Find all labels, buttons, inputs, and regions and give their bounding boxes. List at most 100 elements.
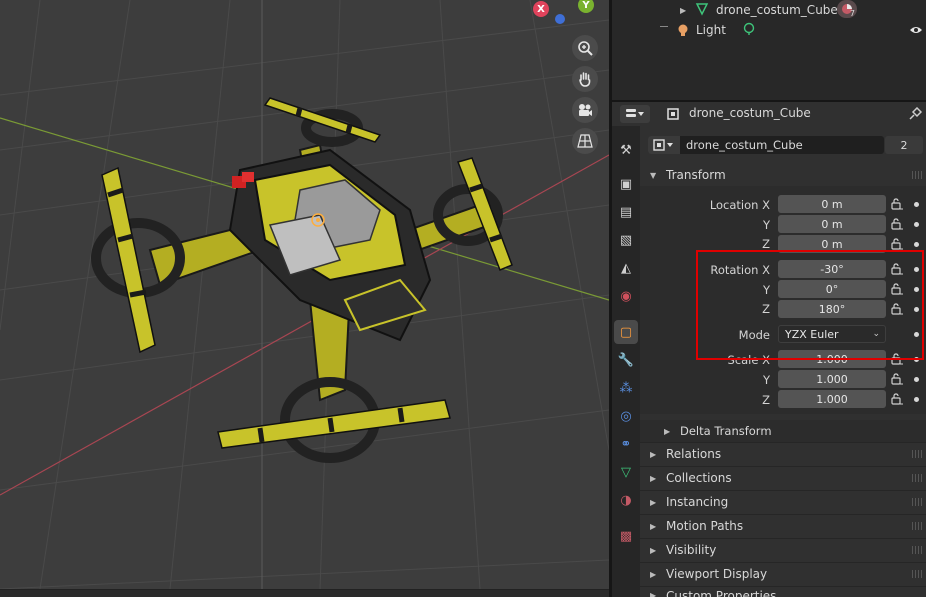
panel-relations[interactable]: ▶ Relations	[640, 443, 926, 465]
keyframe-dot[interactable]	[914, 222, 919, 227]
tab-texture[interactable]: ▩	[614, 524, 638, 548]
modifier-icon: 🔧	[617, 352, 635, 368]
panel-transform-header[interactable]: ▼ Transform	[640, 164, 926, 186]
zoom-icon	[578, 41, 593, 56]
eye-icon[interactable]	[909, 24, 923, 36]
panel-title: Viewport Display	[666, 567, 768, 581]
panel-instancing[interactable]: ▶ Instancing	[640, 491, 926, 513]
properties-header: drone_costum_Cube	[612, 102, 926, 126]
world-icon: ◉	[620, 288, 632, 304]
expand-arrow-icon: ▶	[650, 474, 657, 483]
object-name-field[interactable]: drone_costum_Cube	[648, 136, 884, 154]
tool-icon: ⚒	[620, 142, 632, 158]
view-layer-icon: ▧	[619, 232, 633, 248]
material-count-badge[interactable]: 7	[837, 0, 857, 18]
scale-y-field[interactable]: 1.000	[778, 370, 886, 388]
scale-z-label: Z	[762, 393, 770, 407]
drag-handle-icon[interactable]	[912, 450, 922, 458]
scene-icon: ◭	[621, 260, 631, 276]
expand-arrow-icon: ▶	[650, 546, 657, 555]
panel-title: Delta Transform	[680, 424, 772, 438]
tab-constraints[interactable]: ⚭	[614, 432, 638, 456]
perspective-toggle-button[interactable]	[572, 128, 598, 154]
constraints-icon: ⚭	[620, 436, 632, 452]
data-mesh-icon: ▽	[621, 464, 631, 480]
viewport-footer	[0, 589, 609, 597]
gizmo-x-label: X	[537, 3, 545, 15]
tab-material[interactable]: ◑	[614, 488, 638, 512]
pin-icon[interactable]	[908, 107, 922, 121]
drag-handle-icon[interactable]	[912, 171, 922, 179]
location-y-field[interactable]: 0 m	[778, 215, 886, 233]
lock-icon[interactable]	[891, 238, 903, 250]
object-icon: ▢	[619, 324, 633, 340]
3d-viewport[interactable]: X Y	[0, 0, 609, 589]
location-y-value: 0 m	[821, 217, 843, 231]
location-y-label: Y	[762, 218, 770, 232]
tab-data[interactable]: ▽	[614, 460, 638, 484]
keyframe-dot[interactable]	[914, 397, 919, 402]
material-icon: ◑	[620, 492, 632, 508]
collapse-arrow-icon: ▼	[650, 171, 657, 180]
properties-editor-icon	[626, 109, 644, 117]
gizmo-x-axis[interactable]: X	[533, 1, 549, 17]
scale-y-value: 1.000	[816, 372, 848, 386]
drag-handle-icon[interactable]	[912, 522, 922, 530]
location-x-field[interactable]: 0 m	[778, 195, 886, 213]
panel-viewport-display[interactable]: ▶ Viewport Display	[640, 563, 926, 585]
keyframe-dot[interactable]	[914, 202, 919, 207]
drag-handle-icon[interactable]	[912, 474, 922, 482]
tab-render[interactable]: ▣	[614, 172, 638, 196]
expand-arrow-icon: ▶	[650, 522, 657, 531]
object-browse-button[interactable]	[648, 136, 680, 154]
tab-output[interactable]: ▤	[614, 200, 638, 224]
physics-icon: ◎	[620, 408, 632, 424]
tab-world[interactable]: ◉	[614, 284, 638, 308]
camera-icon	[579, 104, 592, 116]
gizmo-z-axis[interactable]	[555, 14, 565, 24]
tab-view-layer[interactable]: ▧	[614, 228, 638, 252]
object-icon	[667, 108, 679, 120]
outliner[interactable]: ▶ drone_costum_Cube 7 Light	[612, 0, 926, 100]
tab-tool[interactable]: ⚒	[614, 138, 638, 162]
panel-motion-paths[interactable]: ▶ Motion Paths	[640, 515, 926, 537]
scale-z-field[interactable]: 1.000	[778, 390, 886, 408]
expand-arrow-icon[interactable]: ▶	[680, 6, 686, 15]
editor-type-dropdown[interactable]	[620, 105, 650, 123]
lock-icon[interactable]	[891, 373, 903, 385]
tab-physics[interactable]: ◎	[614, 404, 638, 428]
tab-particles[interactable]: ⁂	[614, 376, 638, 400]
lock-icon[interactable]	[891, 198, 903, 210]
drag-handle-icon[interactable]	[912, 570, 922, 578]
outliner-row-label: Light	[696, 23, 726, 37]
tab-scene[interactable]: ◭	[614, 256, 638, 280]
properties-tab-bar: ⚒ ▣ ▤ ▧ ◭ ◉ ▢ 🔧 ⁂ ◎ ⚭ ▽ ◑ ▩	[612, 126, 640, 597]
light-data-icon	[743, 22, 755, 35]
texture-icon: ▩	[619, 528, 633, 544]
panel-collections[interactable]: ▶ Collections	[640, 467, 926, 489]
scale-z-value: 1.000	[816, 392, 848, 406]
drag-handle-icon[interactable]	[912, 546, 922, 554]
panel-visibility[interactable]: ▶ Visibility	[640, 539, 926, 561]
panel-title: Transform	[666, 168, 726, 182]
mesh-data-icon	[695, 3, 709, 16]
outliner-row-drone[interactable]: ▶ drone_costum_Cube 7	[612, 0, 926, 20]
keyframe-dot[interactable]	[914, 377, 919, 382]
outliner-row-light[interactable]: Light	[612, 20, 926, 40]
object-icon	[653, 139, 673, 151]
panel-title: Instancing	[666, 495, 729, 509]
grid-perspective-icon	[577, 134, 593, 148]
tab-modifiers[interactable]: 🔧	[614, 348, 638, 372]
zoom-button[interactable]	[572, 35, 598, 61]
camera-view-button[interactable]	[572, 97, 598, 123]
user-count-field[interactable]: 2	[885, 136, 923, 154]
keyframe-dot[interactable]	[914, 242, 919, 247]
pan-button[interactable]	[572, 66, 598, 92]
panel-custom-properties[interactable]: ▶ Custom Properties	[640, 587, 926, 597]
tab-object[interactable]: ▢	[614, 320, 638, 344]
subpanel-delta-transform[interactable]: ▶ Delta Transform	[640, 420, 926, 442]
lock-icon[interactable]	[891, 393, 903, 405]
location-z-label: Z	[762, 237, 770, 251]
drag-handle-icon[interactable]	[912, 498, 922, 506]
lock-icon[interactable]	[891, 218, 903, 230]
